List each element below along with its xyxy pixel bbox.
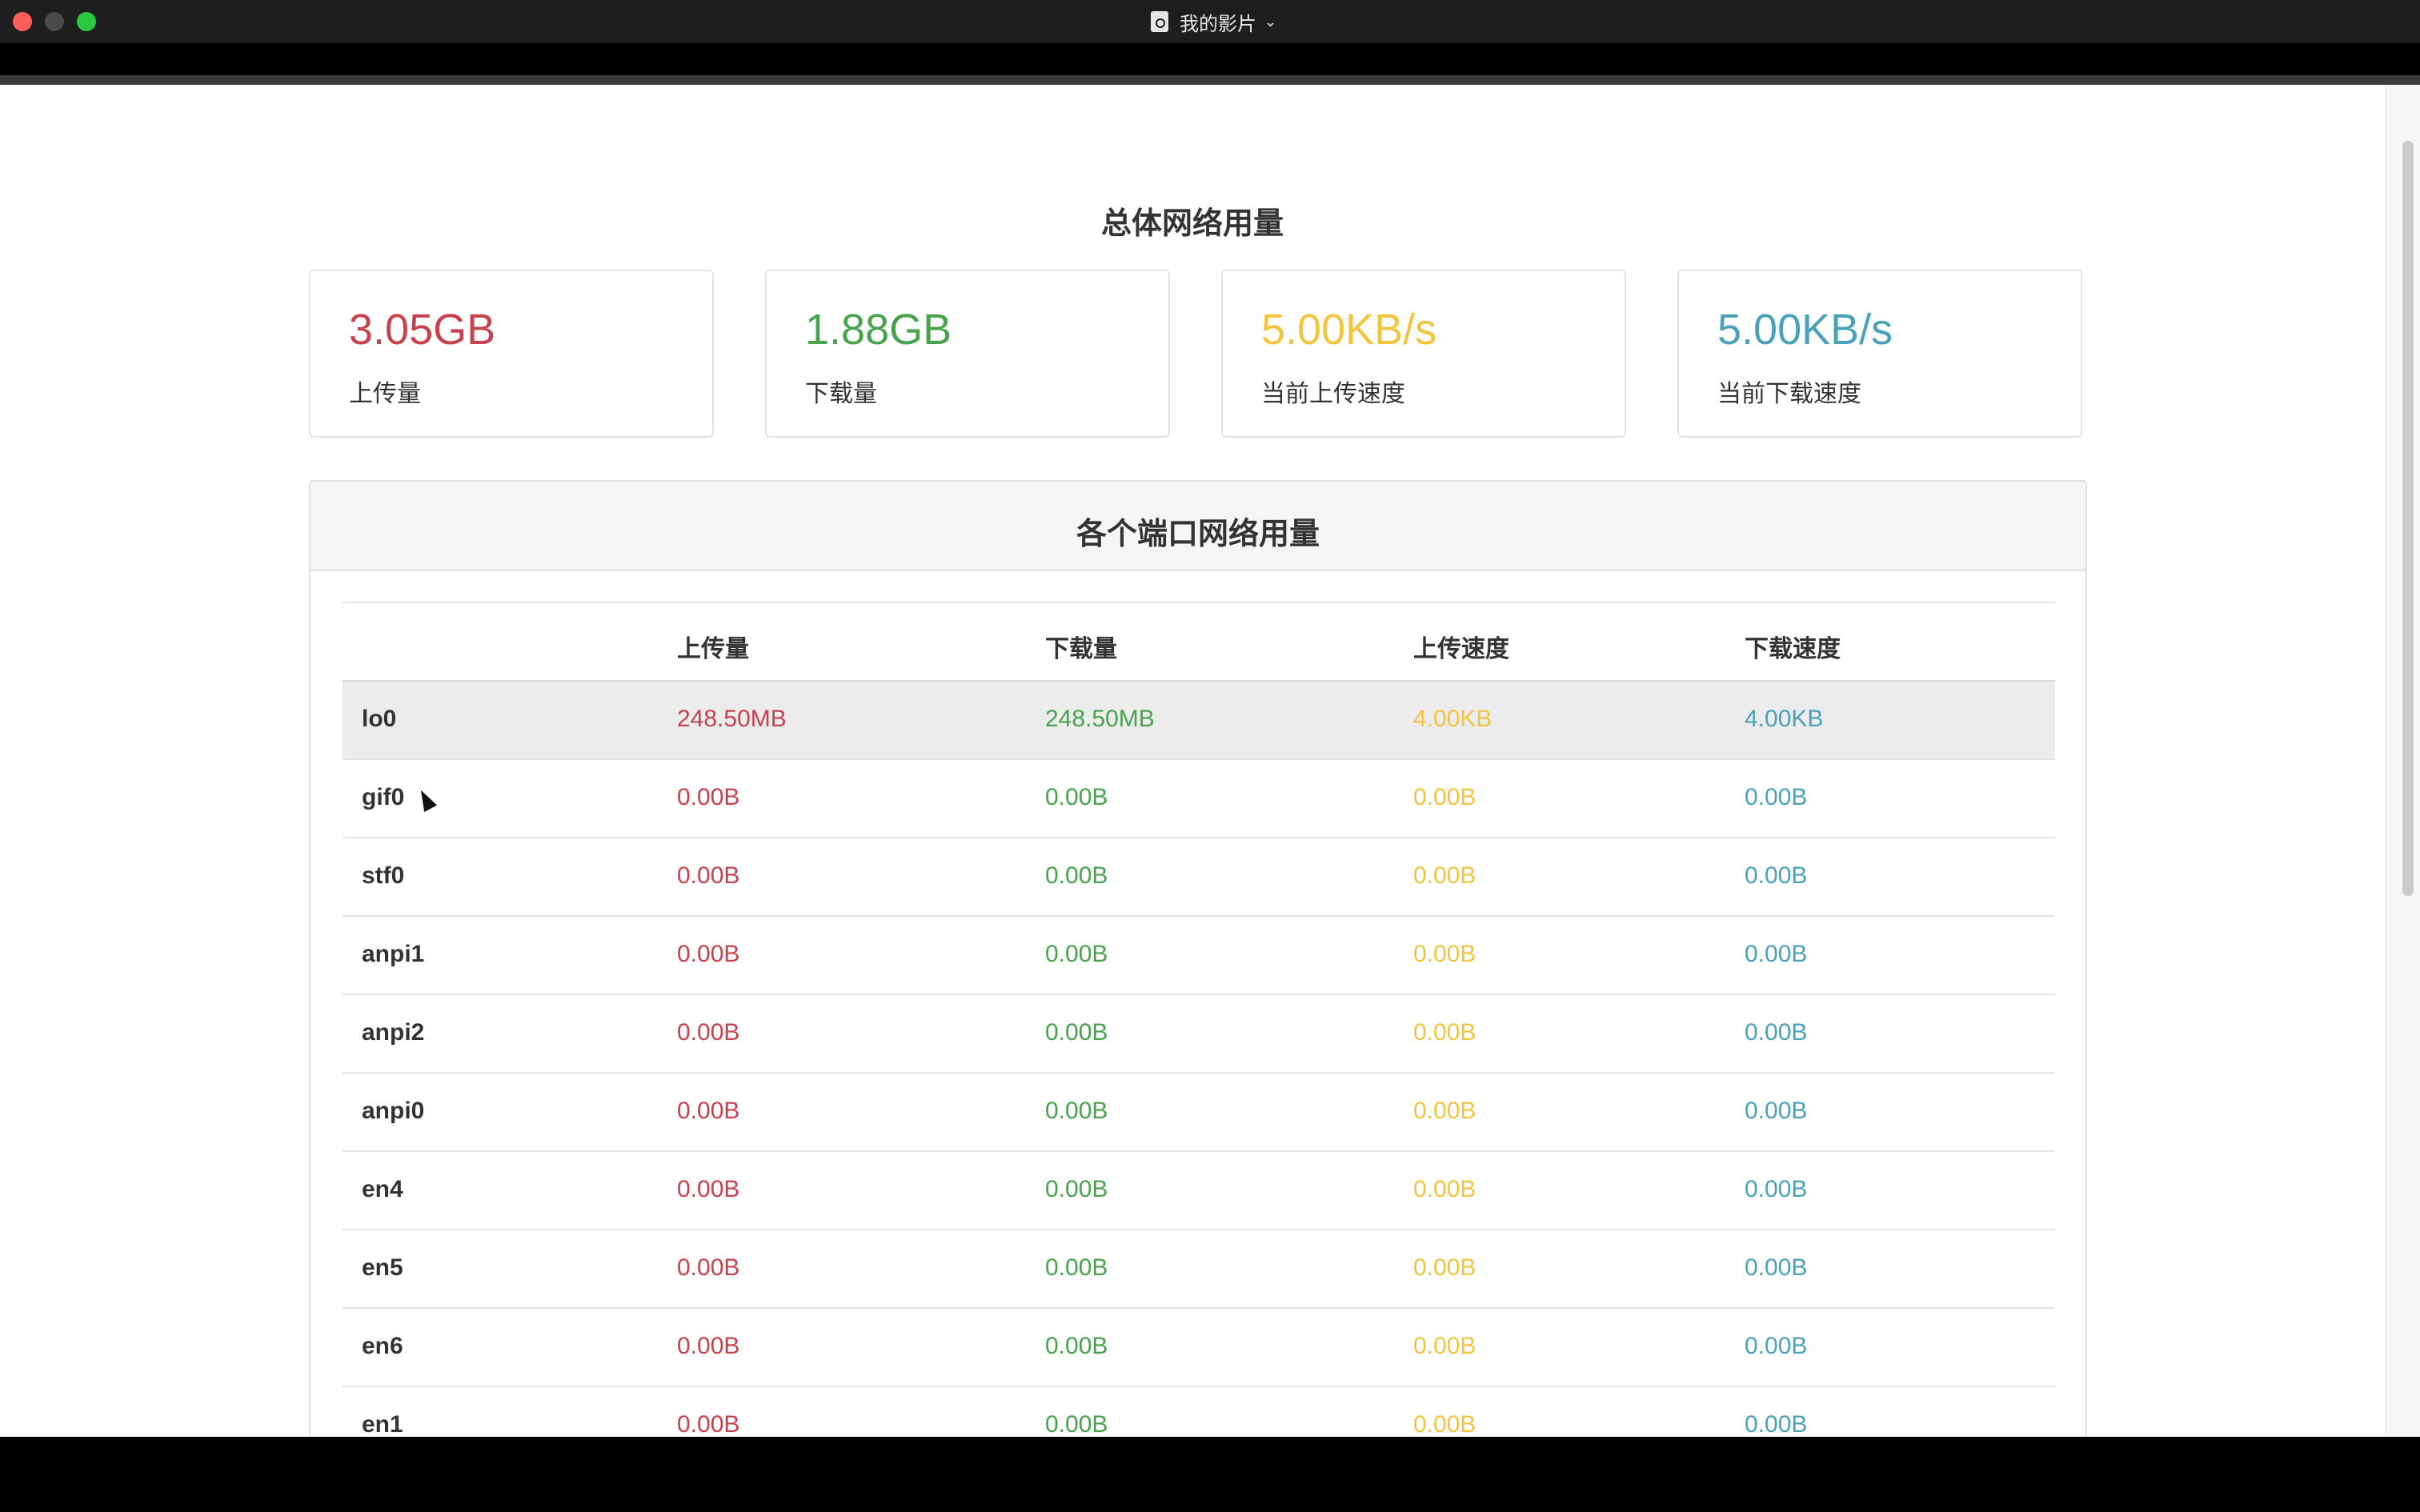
download-speed-cell: 0.00B bbox=[1745, 1098, 1808, 1124]
download-cell: 0.00B bbox=[1045, 784, 1108, 810]
header-upload: 上传量 bbox=[677, 635, 749, 663]
upload-cell: 0.00B bbox=[677, 941, 740, 967]
upload-speed-label: 当前上传速度 bbox=[1261, 380, 1405, 408]
download-speed-value: 5.00KB/s bbox=[1717, 306, 1893, 354]
download-total-label: 下载量 bbox=[805, 380, 877, 408]
scrollbar-thumb[interactable] bbox=[2402, 141, 2414, 896]
document-icon bbox=[1151, 11, 1168, 32]
port-name-cell: stf0 bbox=[362, 862, 405, 889]
download-speed-cell: 0.00B bbox=[1745, 1254, 1808, 1281]
window-titlebar: 我的影片 ⌄ bbox=[0, 0, 2420, 43]
upload-speed-cell: 0.00B bbox=[1413, 1098, 1476, 1124]
upload-cell: 0.00B bbox=[677, 1254, 740, 1281]
download-speed-cell: 0.00B bbox=[1745, 784, 1808, 810]
upload-speed-cell: 0.00B bbox=[1413, 1333, 1476, 1359]
upload-speed-card: 5.00KB/s 当前上传速度 bbox=[1221, 270, 1626, 438]
minimize-window-button[interactable] bbox=[45, 12, 64, 31]
port-name-cell: en5 bbox=[362, 1254, 403, 1281]
upload-speed-cell: 0.00B bbox=[1413, 1411, 1476, 1437]
chevron-down-icon: ⌄ bbox=[1264, 13, 1277, 30]
upload-cell: 0.00B bbox=[677, 784, 740, 810]
port-name-cell: en6 bbox=[362, 1333, 403, 1359]
download-cell: 0.00B bbox=[1045, 1333, 1108, 1359]
port-name-cell: gif0 bbox=[362, 784, 405, 810]
table-row[interactable]: stf0 0.00B 0.00B 0.00B 0.00B bbox=[343, 838, 2055, 917]
upload-speed-cell: 0.00B bbox=[1413, 862, 1476, 889]
upload-cell: 0.00B bbox=[677, 862, 740, 889]
close-window-button[interactable] bbox=[13, 12, 32, 31]
download-cell: 0.00B bbox=[1045, 1176, 1108, 1202]
table-row[interactable]: anpi2 0.00B 0.00B 0.00B 0.00B bbox=[343, 995, 2055, 1074]
download-cell: 0.00B bbox=[1045, 1254, 1108, 1281]
download-cell: 0.00B bbox=[1045, 1411, 1108, 1437]
table-row[interactable]: en1 0.00B 0.00B 0.00B 0.00B bbox=[343, 1387, 2055, 1437]
table-row[interactable]: en6 0.00B 0.00B 0.00B 0.00B bbox=[343, 1309, 2055, 1387]
upload-speed-cell: 0.00B bbox=[1413, 1254, 1476, 1281]
table-header-row: 上传量 下载量 上传速度 下载速度 bbox=[343, 602, 2055, 682]
upload-cell: 0.00B bbox=[677, 1098, 740, 1124]
download-speed-cell: 0.00B bbox=[1745, 1333, 1808, 1359]
download-speed-label: 当前下载速度 bbox=[1717, 380, 1861, 408]
upload-total-card: 3.05GB 上传量 bbox=[309, 270, 714, 438]
ports-usage-title: 各个端口网络用量 bbox=[1076, 516, 1320, 551]
download-speed-cell: 0.00B bbox=[1745, 941, 1808, 967]
upload-total-value: 3.05GB bbox=[349, 306, 496, 354]
table-row[interactable]: gif0 0.00B 0.00B 0.00B 0.00B bbox=[343, 760, 2055, 838]
bottom-bar bbox=[0, 1437, 2420, 1512]
toolbar-strip bbox=[0, 43, 2420, 75]
download-speed-cell: 4.00KB bbox=[1745, 706, 1824, 732]
download-speed-card: 5.00KB/s 当前下载速度 bbox=[1677, 270, 2082, 438]
download-cell: 0.00B bbox=[1045, 1098, 1108, 1124]
download-speed-cell: 0.00B bbox=[1745, 862, 1808, 889]
download-cell: 0.00B bbox=[1045, 941, 1108, 967]
upload-cell: 0.00B bbox=[677, 1411, 740, 1437]
header-download: 下载量 bbox=[1045, 635, 1117, 663]
toolbar-divider bbox=[0, 75, 2420, 85]
port-name-cell: anpi1 bbox=[362, 941, 425, 967]
upload-speed-cell: 0.00B bbox=[1413, 1019, 1476, 1046]
table-row[interactable]: anpi0 0.00B 0.00B 0.00B 0.00B bbox=[343, 1074, 2055, 1152]
upload-speed-cell: 0.00B bbox=[1413, 1176, 1476, 1202]
upload-speed-cell: 4.00KB bbox=[1413, 706, 1492, 732]
ports-panel-header: 各个端口网络用量 bbox=[311, 482, 2085, 571]
download-speed-cell: 0.00B bbox=[1745, 1411, 1808, 1437]
download-total-card: 1.88GB 下载量 bbox=[765, 270, 1170, 438]
page-content: 总体网络用量 3.05GB 上传量 1.88GB 下载量 5.00KB/s 当前… bbox=[0, 85, 2385, 1437]
download-cell: 0.00B bbox=[1045, 1019, 1108, 1046]
port-name-cell: anpi0 bbox=[362, 1098, 425, 1124]
port-name-cell: en4 bbox=[362, 1176, 403, 1202]
maximize-window-button[interactable] bbox=[77, 12, 96, 31]
upload-speed-cell: 0.00B bbox=[1413, 941, 1476, 967]
port-name-cell: lo0 bbox=[362, 706, 397, 732]
port-name-cell: en1 bbox=[362, 1411, 403, 1437]
download-cell: 248.50MB bbox=[1045, 706, 1155, 732]
upload-speed-cell: 0.00B bbox=[1413, 784, 1476, 810]
upload-cell: 248.50MB bbox=[677, 706, 787, 732]
download-total-value: 1.88GB bbox=[805, 306, 952, 354]
table-row[interactable]: lo0 248.50MB 248.50MB 4.00KB 4.00KB bbox=[343, 682, 2055, 760]
ports-table: 上传量 下载量 上传速度 下载速度 lo0 248.50MB 248.50MB 4.0… bbox=[343, 602, 2055, 1437]
window-title-text: 我的影片 bbox=[1180, 12, 1256, 35]
vertical-scrollbar[interactable] bbox=[2385, 85, 2420, 1437]
upload-speed-value: 5.00KB/s bbox=[1261, 306, 1437, 354]
table-row[interactable]: en4 0.00B 0.00B 0.00B 0.00B bbox=[343, 1152, 2055, 1230]
download-speed-cell: 0.00B bbox=[1745, 1019, 1808, 1046]
header-upload-speed: 上传速度 bbox=[1413, 635, 1509, 663]
upload-cell: 0.00B bbox=[677, 1019, 740, 1046]
window-title-menu[interactable]: 我的影片 ⌄ bbox=[1151, 7, 1276, 36]
table-row[interactable]: anpi1 0.00B 0.00B 0.00B 0.00B bbox=[343, 917, 2055, 995]
header-download-speed: 下载速度 bbox=[1745, 635, 1841, 663]
table-row[interactable]: en5 0.00B 0.00B 0.00B 0.00B bbox=[343, 1230, 2055, 1309]
table-body: lo0 248.50MB 248.50MB 4.00KB 4.00KB gif0 0.00B… bbox=[343, 682, 2055, 1437]
upload-cell: 0.00B bbox=[677, 1333, 740, 1359]
port-name-cell: anpi2 bbox=[362, 1019, 425, 1046]
ports-usage-panel: 各个端口网络用量 上传量 下载量 上传速度 下载速度 lo0 248.50MB 24… bbox=[309, 480, 2087, 1437]
download-cell: 0.00B bbox=[1045, 862, 1108, 889]
download-speed-cell: 0.00B bbox=[1745, 1176, 1808, 1202]
upload-total-label: 上传量 bbox=[349, 380, 421, 408]
upload-cell: 0.00B bbox=[677, 1176, 740, 1202]
overall-usage-title: 总体网络用量 bbox=[1100, 206, 1284, 241]
